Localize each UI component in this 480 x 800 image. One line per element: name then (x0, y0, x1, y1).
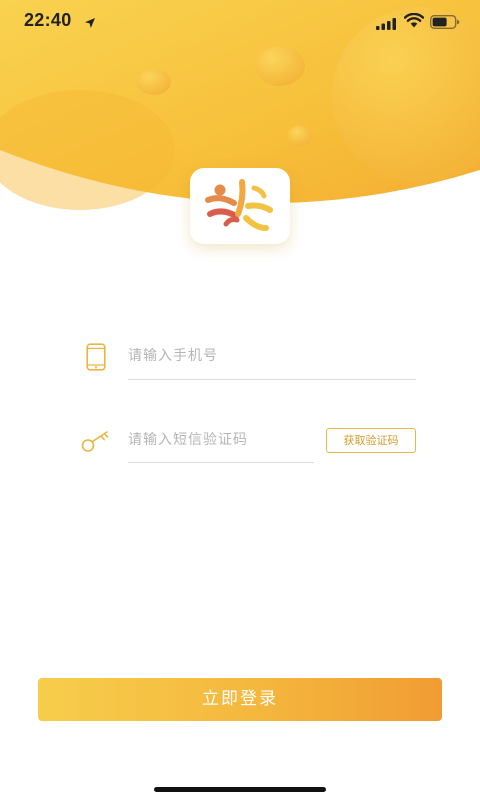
status-time: 22:40 (24, 10, 72, 30)
wifi-icon (403, 12, 425, 32)
signal-icon (376, 15, 398, 34)
home-indicator (154, 787, 326, 792)
phone-input-underline (128, 379, 416, 380)
location-arrow-icon (84, 14, 96, 33)
status-bar: 22:40 (0, 0, 480, 44)
code-input[interactable] (128, 428, 312, 452)
get-code-button[interactable]: 获取验证码 (326, 428, 416, 453)
code-input-underline (128, 462, 314, 463)
app-logo (190, 168, 290, 244)
battery-icon (429, 14, 460, 33)
login-button[interactable]: 立即登录 (38, 678, 442, 721)
phone-icon (86, 343, 106, 375)
key-icon (80, 430, 110, 458)
phone-input[interactable] (128, 344, 414, 368)
